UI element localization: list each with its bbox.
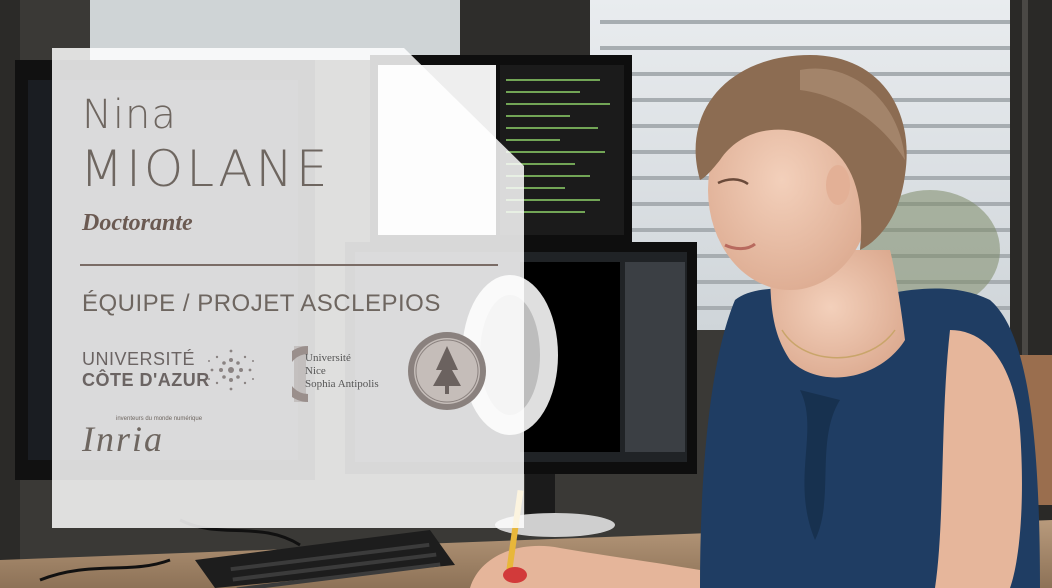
first-name: Nina	[82, 92, 177, 138]
uca-line-2: CÔTE D'AZUR	[82, 370, 210, 390]
unice-line-2: Nice	[305, 365, 326, 377]
unice-line-3: Sophia Antipolis	[305, 378, 379, 390]
team-name: ÉQUIPE / PROJET ASCLEPIOS	[82, 290, 441, 317]
universite-cote-dazur-logo: UNIVERSITÉ CÔTE D'AZUR	[82, 350, 210, 389]
inria-tagline: inventeurs du monde numérique	[116, 416, 203, 422]
role-title: Doctorante	[82, 210, 193, 236]
last-name: MIOLANE	[80, 140, 331, 198]
unice-line-1: Université	[305, 352, 351, 364]
unice-text: Université Nice Sophia Antipolis	[305, 352, 379, 391]
uca-line-1: UNIVERSITÉ	[82, 349, 196, 369]
uca-dots-icon	[208, 349, 254, 391]
inria-logo: Inria	[82, 419, 164, 459]
portrait-banner: Nina MIOLANE Doctorante ÉQUIPE / PROJET …	[0, 0, 1052, 588]
divider	[80, 264, 498, 266]
university-seal-icon	[408, 332, 486, 410]
